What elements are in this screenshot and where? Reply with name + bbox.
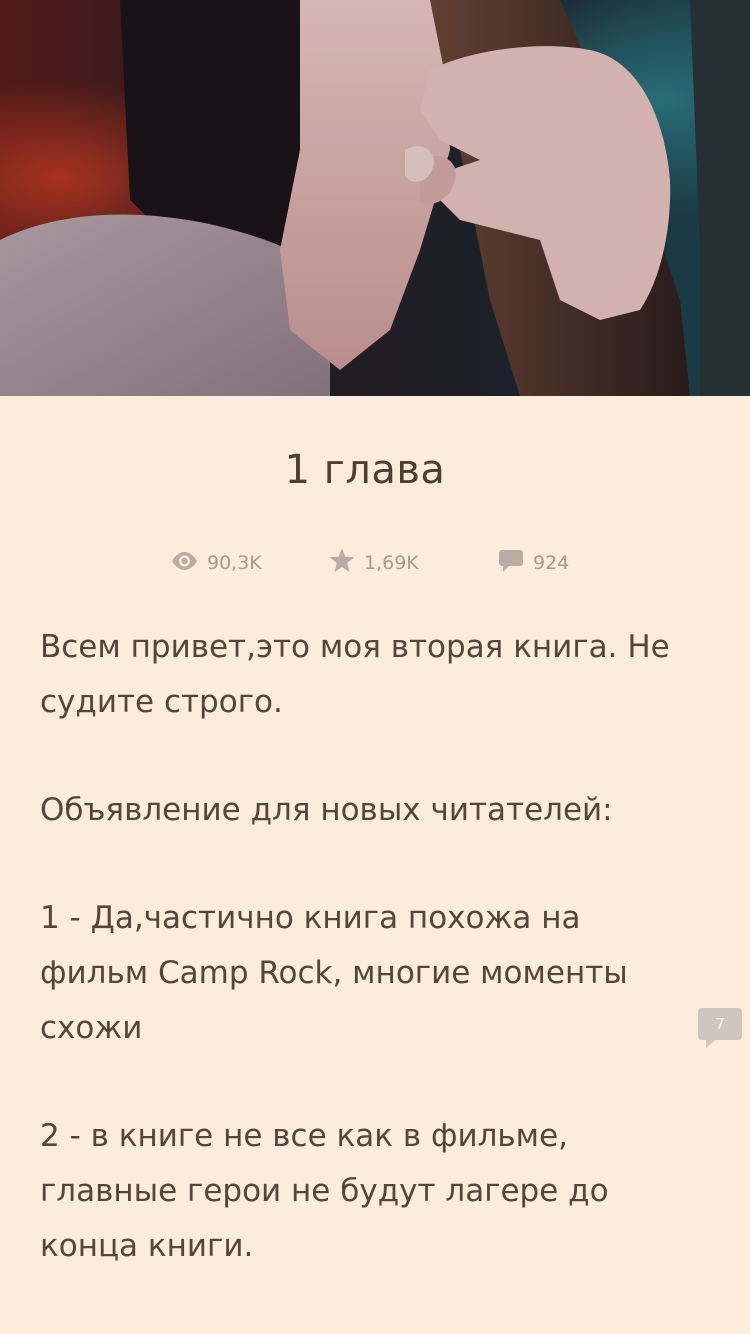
comment-icon [498,549,524,578]
star-icon [329,548,355,578]
story-stats: 90,3K 1,69K 924 [0,546,750,580]
views-stat: 90,3K [171,546,262,580]
views-count: 90,3K [207,552,262,574]
comment-bubble-icon [706,1038,718,1048]
story-paragraph: Всем привет,это моя вторая книга. Не суд… [40,629,670,720]
votes-stat: 1,69K [329,546,419,580]
story-paragraph: 2 - в книге не все как в фильме, главные… [40,1118,609,1264]
story-paragraph: Объявление для новых читателей: [40,792,613,828]
story-reader-page: 1 глава 90,3K 1,69K 924 Всем привет,это … [0,0,750,1334]
cover-image [0,0,750,396]
chapter-title: 1 глава [284,447,446,493]
inline-comment-button[interactable]: 7 [698,1008,744,1048]
story-text: Всем привет,это моя вторая книга. Не суд… [40,620,690,1327]
comments-stat: 924 [498,546,569,580]
eye-icon [171,551,198,575]
votes-count: 1,69K [364,552,419,574]
comments-count: 924 [533,552,570,574]
inline-comment-count: 7 [698,1008,742,1040]
story-paragraph: 1 - Да,частично книга похожа на фильм Ca… [40,900,628,1046]
